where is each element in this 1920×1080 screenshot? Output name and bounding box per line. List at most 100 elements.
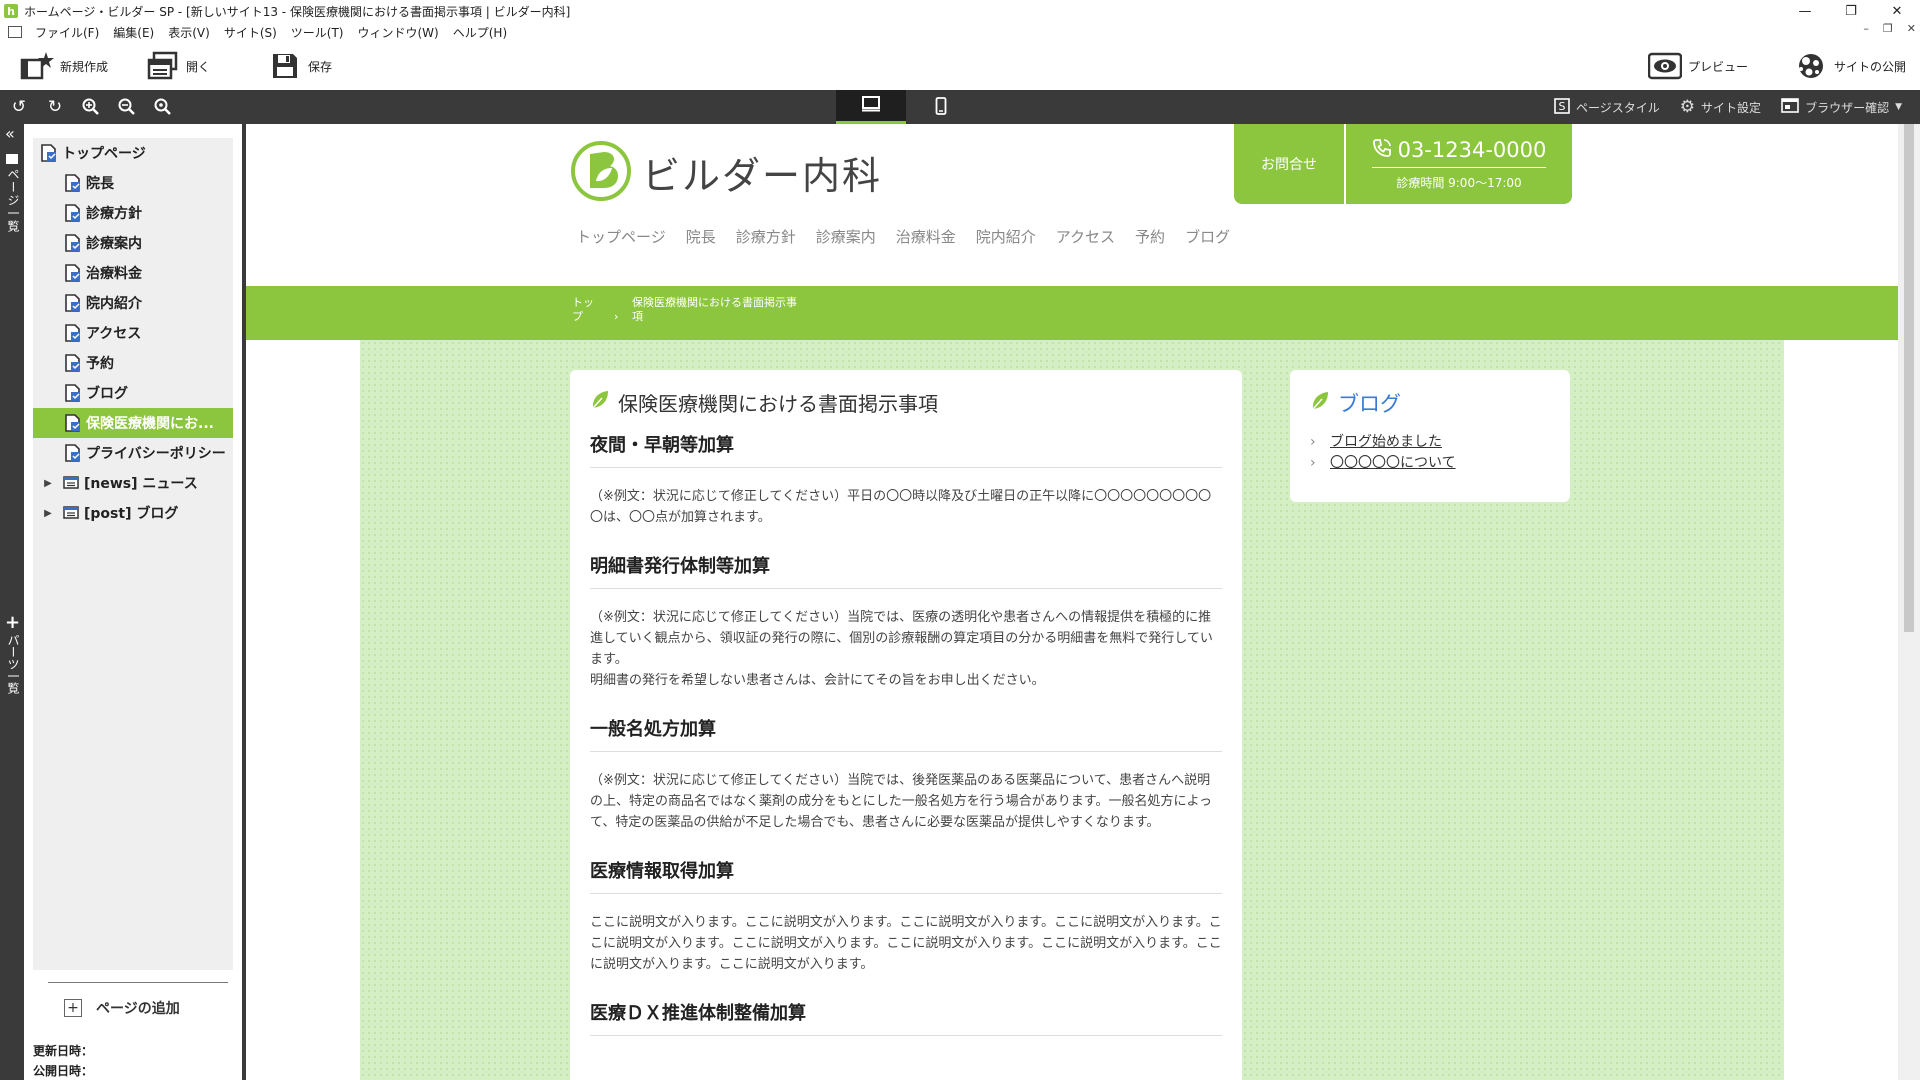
save-icon [268,51,302,81]
blog-widget: ブログ ブログ始めました 〇〇〇〇〇について [1290,370,1570,502]
blog-link[interactable]: 〇〇〇〇〇について [1330,455,1456,471]
doc-close-button[interactable]: ✕ [1907,22,1916,35]
doc-minimize-button[interactable]: – [1863,22,1869,35]
tree-page-item[interactable]: 院長 [33,168,233,198]
parts-tab[interactable]: + パーツ一覧 [0,612,24,706]
publish-button[interactable]: サイトの公開 [1790,46,1910,86]
publish-label: サイトの公開 [1833,59,1906,74]
blog-list-item[interactable]: ブログ始めました [1310,432,1550,453]
tree-page-item[interactable]: 治療料金 [33,258,233,288]
phone-icon [1372,138,1392,163]
nav-item[interactable]: 予約 [1135,226,1165,247]
tree-folder-label: [post] ブログ [84,506,179,522]
tree-page-label: アクセス [86,326,142,342]
tree-root-top[interactable]: トップページ [33,138,233,168]
window-controls: — ❐ ✕ [1782,0,1920,22]
tree-page-item[interactable]: 院内紹介 [33,288,233,318]
menu-site[interactable]: サイト(S) [217,24,284,41]
menu-edit[interactable]: 編集(E) [106,24,161,41]
tree-page-item[interactable]: プライバシーポリシー [33,438,233,468]
tree-page-label: プライバシーポリシー [86,446,226,462]
nav-item[interactable]: 院長 [686,226,716,247]
nav-item[interactable]: 院内紹介 [976,226,1036,247]
nav-item[interactable]: 診療案内 [816,226,876,247]
tree-page-label: ブログ [86,386,128,402]
page-list-tab[interactable]: ページ一覧 [5,168,22,233]
phone-number: 03-1234-0000 [1397,138,1547,162]
monitor-icon [861,96,881,115]
tree-page-item[interactable]: アクセス [33,318,233,348]
open-button[interactable]: 開く [142,46,214,86]
svg-text:S: S [1559,100,1566,113]
save-button[interactable]: 保存 [264,46,336,86]
add-page-button[interactable]: + ページの追加 [64,998,180,1018]
news-folder-icon [63,474,79,492]
tree-page-item[interactable]: 診療案内 [33,228,233,258]
menu-file[interactable]: ファイル(F) [28,24,106,41]
system-menu-icon[interactable] [8,26,22,38]
menu-window[interactable]: ウィンドウ(W) [351,24,446,41]
menu-tools[interactable]: ツール(T) [284,24,351,41]
nav-item[interactable]: アクセス [1056,226,1115,247]
breadcrumb-current: 保険医療機関における書面掲示事項 [632,296,797,323]
new-button[interactable]: 新規作成 [16,46,112,86]
contact-button[interactable]: お問合せ [1234,124,1346,204]
tree-folder-post[interactable]: ▶ [post] ブログ [33,498,233,528]
site-logo[interactable]: ビルダー内科 [570,140,882,205]
doc-restore-button[interactable]: ❐ [1883,22,1893,35]
tree-page-item[interactable]: 予約 [33,348,233,378]
redo-icon[interactable]: ↻ [44,96,66,118]
minimize-button[interactable]: — [1782,0,1828,22]
edit-toolbar: ↺ ↻ S ページスタイル ⚙ サイト設定 ブラウザー確認 ▼ [0,90,1920,124]
tree-page-label: 診療案内 [86,236,142,252]
menu-help[interactable]: ヘルプ(H) [446,24,514,41]
nav-item[interactable]: 治療料金 [896,226,956,247]
site-settings-button[interactable]: ⚙ サイト設定 [1680,97,1761,117]
browser-check-button[interactable]: ブラウザー確認 ▼ [1781,97,1902,117]
tree-page-label: 予約 [86,356,114,372]
new-label: 新規作成 [60,59,109,74]
breadcrumb-top-link[interactable]: トップ [572,296,600,324]
section-heading: 医療ＤＸ推進体制整備加算 [590,999,1222,1036]
scrollbar-thumb[interactable] [1904,124,1914,632]
tree-page-item[interactable]: 診療方針 [33,198,233,228]
vertical-scrollbar[interactable] [1898,124,1920,1080]
tree-page-item[interactable]: ブログ [33,378,233,408]
expand-arrow-icon[interactable]: ▶ [41,508,55,519]
pc-view-button[interactable] [836,90,906,124]
blog-link[interactable]: ブログ始めました [1330,434,1442,450]
nav-item[interactable]: ブログ [1185,226,1230,247]
phone-line[interactable]: 03-1234-0000 [1371,138,1547,168]
zoom-in-icon[interactable] [80,96,102,118]
tree-page-item[interactable]: 保険医療機関にお... [33,408,233,438]
blog-widget-title: ブログ [1310,388,1550,418]
nav-item[interactable]: トップページ [576,226,666,247]
tree-folder-news[interactable]: ▶ [news] ニュース [33,468,233,498]
nav-item[interactable]: 診療方針 [736,226,796,247]
tree-page-label: 治療料金 [86,266,142,282]
section-body: ここに説明文が入ります。ここに説明文が入ります。ここに説明文が入ります。ここに説… [590,915,1222,972]
smartphone-icon [935,96,947,118]
menu-view[interactable]: 表示(V) [161,24,217,41]
expand-arrow-icon[interactable]: ▶ [41,478,55,489]
browser-check-label: ブラウザー確認 [1805,100,1890,115]
parts-tab-label: パーツ一覧 [6,634,20,694]
page-icon [65,264,81,282]
maximize-button[interactable]: ❐ [1828,0,1874,22]
zoom-reset-icon[interactable] [152,96,174,118]
page-icon [65,324,81,342]
undo-icon[interactable]: ↺ [8,96,30,118]
save-label: 保存 [308,59,333,74]
browser-check-icon [1781,97,1799,117]
blog-list-item[interactable]: 〇〇〇〇〇について [1310,453,1550,474]
leaf-logo-icon [570,140,632,205]
section-heading: 夜間・早朝等加算 [590,431,1222,468]
zoom-out-icon[interactable] [116,96,138,118]
blog-widget-title-text: ブログ [1338,392,1401,416]
page-style-button[interactable]: S ページスタイル [1554,97,1660,117]
smartphone-view-button[interactable] [906,90,976,124]
preview-button[interactable]: プレビュー [1644,46,1752,86]
panel-divider [48,982,228,983]
close-button[interactable]: ✕ [1874,0,1920,22]
collapse-panel-icon[interactable]: « [5,124,15,143]
